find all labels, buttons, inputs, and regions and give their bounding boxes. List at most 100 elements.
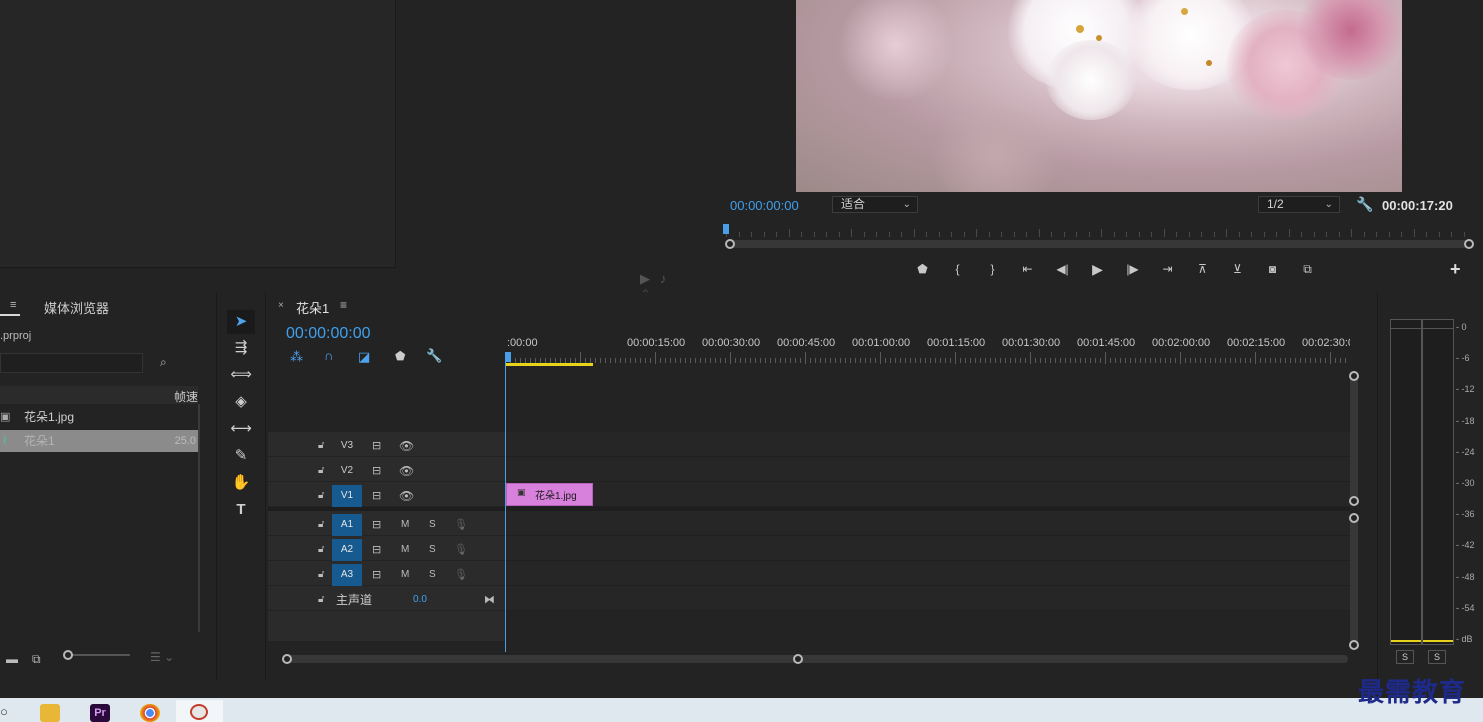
sync-lock-icon[interactable]: ⊟ (372, 514, 381, 536)
sync-lock-icon[interactable]: ⊟ (372, 435, 381, 457)
search-bin-icon[interactable]: ⌕ (160, 355, 167, 370)
track-a1[interactable] (505, 511, 1350, 536)
pen-tool-icon[interactable]: ✎ (227, 444, 255, 468)
lock-icon[interactable]: 🔓︎ (318, 485, 324, 507)
program-time-ruler[interactable] (726, 226, 1470, 238)
eye-icon[interactable]: 👁︎ (399, 435, 414, 457)
zoom-slider[interactable] (64, 654, 130, 656)
icon-view-icon[interactable]: ⧉ (32, 652, 41, 667)
go-to-master-icon[interactable]: ⧓ (484, 589, 495, 611)
sort-icon[interactable]: ☰ ⌄ (150, 650, 174, 664)
go-to-in-icon[interactable]: ⇤ (1010, 260, 1045, 278)
eye-icon[interactable]: 👁︎ (399, 460, 414, 482)
project-scrollbar[interactable] (198, 404, 200, 632)
project-item-sequence[interactable]: ⌇ 花朵1 25.0 (0, 430, 198, 452)
track-master[interactable] (505, 586, 1350, 611)
timeline-timecode[interactable]: 00:00:00:00 (286, 325, 371, 343)
track-a2[interactable] (505, 536, 1350, 561)
premiere-pro-icon[interactable]: Pr (90, 704, 110, 722)
eye-icon[interactable]: 👁︎ (399, 485, 414, 507)
mark-out-icon[interactable]: } (975, 260, 1010, 278)
lock-icon[interactable]: 🔓︎ (318, 514, 324, 536)
track-label-v3[interactable]: V3 (332, 435, 362, 457)
nest-icon[interactable]: ⁂ (290, 349, 303, 365)
go-to-out-icon[interactable]: ⇥ (1150, 260, 1185, 278)
selection-tool-icon[interactable]: ➤ (227, 310, 255, 334)
track-label-v2[interactable]: V2 (332, 460, 362, 482)
wrench-icon[interactable]: 🔧 (1356, 196, 1373, 213)
timeline-horizontal-scrollbar[interactable] (286, 655, 1348, 663)
timeline-playhead-handle[interactable] (505, 352, 511, 362)
zoom-slider-handle[interactable] (63, 650, 73, 660)
list-view-icon[interactable]: ▬ (6, 652, 18, 666)
clip-image[interactable]: ▣ 花朵1.jpg (506, 483, 593, 506)
search-icon[interactable]: ○ (0, 704, 8, 719)
close-tab-icon[interactable]: × (278, 300, 284, 311)
video-track-scrollbar[interactable] (1350, 374, 1358, 504)
track-v1[interactable] (505, 482, 1350, 507)
project-item-image[interactable]: ▣ 花朵1.jpg (0, 406, 198, 428)
sync-lock-icon[interactable]: ⊟ (372, 460, 381, 482)
slip-tool-icon[interactable]: ⟷ (227, 417, 255, 441)
tab-media-browser[interactable]: 媒体浏览器 (44, 298, 109, 317)
sync-lock-icon[interactable]: ⊟ (372, 539, 381, 561)
program-zoom-scrollbar[interactable] (730, 240, 1470, 248)
audio-track-scrollbar[interactable] (1350, 516, 1358, 646)
timeline-empty-area[interactable] (505, 368, 1350, 432)
scrollbar-right-handle[interactable] (793, 654, 803, 664)
lock-icon[interactable]: 🔓︎ (318, 589, 324, 611)
scrollbar-left-handle[interactable] (725, 239, 735, 249)
zoom-select[interactable]: 适合 ⌄ (832, 196, 918, 213)
scrollbar-left-handle[interactable] (282, 654, 292, 664)
lock-icon[interactable]: 🔓︎ (318, 539, 324, 561)
solo-left-button[interactable]: S (1396, 650, 1414, 664)
timeline-empty-area[interactable] (505, 611, 1350, 653)
lock-icon[interactable]: 🔓︎ (318, 460, 324, 482)
scrollbar-right-handle[interactable] (1464, 239, 1474, 249)
track-select-tool-icon[interactable]: ⇶ (227, 336, 255, 360)
track-v3[interactable] (505, 432, 1350, 457)
marker-icon[interactable]: ⬟ (905, 260, 940, 278)
lock-icon[interactable]: 🔓︎ (318, 435, 324, 457)
microphone-icon[interactable]: 🎙︎ (454, 539, 468, 561)
scrollbar-handle[interactable] (1349, 371, 1359, 381)
microphone-icon[interactable]: 🎙︎ (454, 564, 468, 586)
add-marker-icon[interactable]: ⬟ (395, 349, 405, 363)
tab-sequence[interactable]: 花朵1 (296, 298, 329, 317)
lock-icon[interactable]: 🔓︎ (318, 564, 324, 586)
extract-icon[interactable]: ⊻ (1220, 260, 1255, 278)
razor-tool-icon[interactable]: ◈ (227, 390, 255, 414)
program-current-timecode[interactable]: 00:00:00:00 (730, 198, 799, 213)
chrome-icon[interactable] (140, 704, 160, 722)
solo-button[interactable]: S (429, 539, 436, 561)
master-volume-value[interactable]: 0.0 (413, 589, 427, 611)
hand-tool-icon[interactable]: ✋ (227, 471, 255, 495)
search-input[interactable] (0, 353, 143, 373)
sync-lock-icon[interactable]: ⊟ (372, 564, 381, 586)
scrollbar-handle[interactable] (1349, 496, 1359, 506)
panel-menu-icon[interactable]: ≡ (340, 298, 347, 312)
track-v2[interactable] (505, 457, 1350, 482)
sync-lock-icon[interactable]: ⊟ (372, 485, 381, 507)
timeline-ruler[interactable]: :00:00 00:00:15:00 00:00:30:00 00:00:45:00 0… (505, 336, 1350, 366)
linked-selection-icon[interactable]: ◪ (358, 349, 370, 365)
solo-button[interactable]: S (429, 564, 436, 586)
program-playhead[interactable] (723, 224, 729, 234)
add-button[interactable]: + (1450, 259, 1461, 280)
wrench-icon[interactable]: 🔧 (426, 348, 442, 364)
solo-right-button[interactable]: S (1428, 650, 1446, 664)
solo-button[interactable]: S (429, 514, 436, 536)
track-label-a1[interactable]: A1 (332, 514, 362, 536)
compare-icon[interactable]: ⧉ (1290, 260, 1325, 278)
lift-icon[interactable]: ⊼ (1185, 260, 1220, 278)
column-frame-rate[interactable]: 帧速 (174, 388, 198, 405)
file-explorer-icon[interactable] (40, 704, 60, 722)
play-icon[interactable]: ▶ (1080, 260, 1115, 278)
type-tool-icon[interactable]: T (227, 498, 255, 522)
panel-menu-icon[interactable]: ≡ (10, 299, 16, 311)
track-a3[interactable] (505, 561, 1350, 586)
step-forward-icon[interactable]: |▶ (1115, 260, 1150, 278)
mute-button[interactable]: M (401, 539, 409, 561)
track-label-v1[interactable]: V1 (332, 485, 362, 507)
mute-button[interactable]: M (401, 514, 409, 536)
